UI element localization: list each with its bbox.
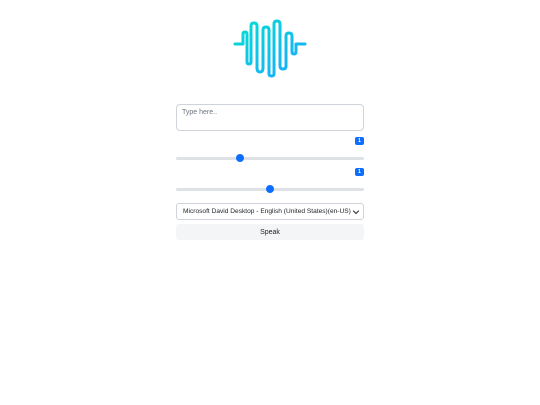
rate-value-badge: 1 [355,137,364,145]
text-input[interactable] [176,104,364,131]
page: 1 1 Microsoft David Desktop - English (U… [0,0,540,405]
rate-slider-thumb[interactable] [235,154,244,162]
pitch-badge-row: 1 [176,168,364,177]
chevron-down-icon [352,209,360,214]
speech-form: 1 1 Microsoft David Desktop - English (U… [176,104,364,240]
pitch-slider-thumb[interactable] [266,185,274,193]
rate-slider-track[interactable] [176,156,364,160]
voice-select-value: Microsoft David Desktop - English (Unite… [183,208,351,215]
rate-badge-row: 1 [176,137,364,146]
speak-button[interactable]: Speak [176,224,364,240]
pitch-slider[interactable] [176,185,364,193]
sound-wave-logo-icon [233,19,307,78]
pitch-value-badge: 1 [355,168,364,176]
voice-select[interactable]: Microsoft David Desktop - English (Unite… [176,203,364,220]
rate-slider[interactable] [176,154,364,162]
